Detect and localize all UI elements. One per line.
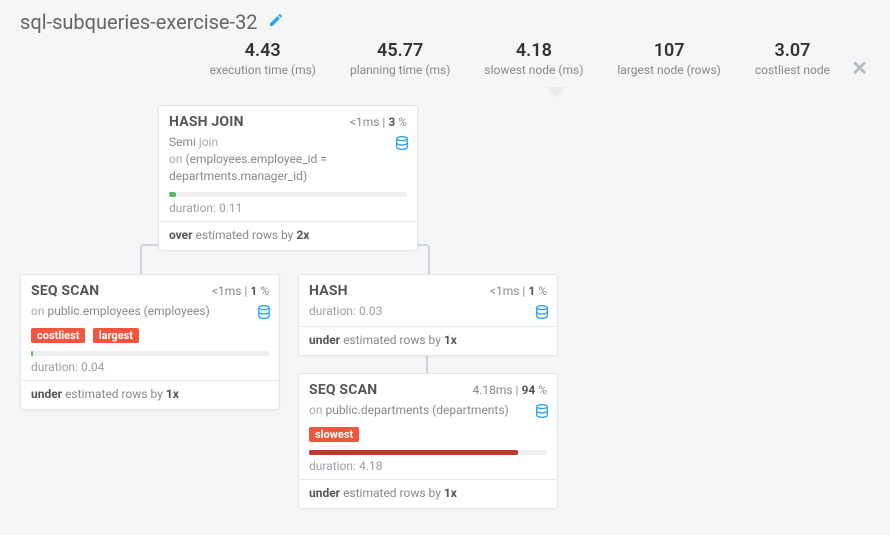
dropdown-pointer-icon (546, 87, 564, 97)
duration-bar (309, 450, 547, 455)
node-stats: <1ms | 1 % (212, 284, 269, 298)
estimate-row: under estimated rows by 1x (299, 479, 557, 508)
duration-label: duration: 0.11 (159, 199, 417, 221)
database-icon[interactable] (535, 305, 549, 324)
close-icon[interactable]: ✕ (851, 56, 868, 80)
node-stats: <1ms | 1 % (490, 284, 547, 298)
plan-node-hash-join[interactable]: HASH JOIN <1ms | 3 % Semi join on (emplo… (158, 105, 418, 251)
page-title: sql-subqueries-exercise-32 (20, 10, 258, 34)
node-name: HASH JOIN (169, 114, 244, 130)
plan-node-hash[interactable]: HASH <1ms | 1 % duration: 0.03 under est… (298, 274, 558, 356)
badges: costliest largest (21, 326, 279, 349)
database-icon[interactable] (395, 136, 409, 155)
badge-slowest: slowest (309, 427, 359, 442)
edit-icon[interactable] (268, 12, 284, 32)
database-icon[interactable] (535, 404, 549, 423)
duration-label: duration: 0.03 (309, 304, 382, 318)
node-stats: <1ms | 3 % (350, 115, 407, 129)
plan-node-seq-scan-employees[interactable]: SEQ SCAN <1ms | 1 % on public.employees … (20, 274, 280, 410)
plan-node-seq-scan-departments[interactable]: SEQ SCAN 4.18ms | 94 % on public.departm… (298, 373, 558, 509)
estimate-row: over estimated rows by 2x (159, 221, 417, 250)
node-stats: 4.18ms | 94 % (472, 383, 547, 397)
duration-label: duration: 0.04 (21, 358, 279, 380)
metric-execution-time: 4.43 execution time (ms) (210, 40, 316, 77)
duration-bar (31, 351, 269, 356)
metric-costliest-node: 3.07 costliest node (755, 40, 830, 77)
node-name: SEQ SCAN (31, 283, 99, 299)
node-name: HASH (309, 283, 348, 299)
metrics-bar: 4.43 execution time (ms) 45.77 planning … (20, 40, 830, 77)
database-icon[interactable] (257, 305, 271, 324)
metric-slowest-node: 4.18 slowest node (ms) (484, 40, 583, 77)
estimate-row: under estimated rows by 1x (299, 326, 557, 355)
estimate-row: under estimated rows by 1x (21, 380, 279, 409)
metric-planning-time: 45.77 planning time (ms) (350, 40, 450, 77)
badge-costliest: costliest (31, 328, 85, 343)
badge-largest: largest (93, 328, 139, 343)
plan-canvas: HASH JOIN <1ms | 3 % Semi join on (emplo… (20, 105, 870, 525)
node-name: SEQ SCAN (309, 382, 377, 398)
badges: slowest (299, 425, 557, 448)
metric-largest-node: 107 largest node (rows) (617, 40, 720, 77)
duration-label: duration: 4.18 (299, 457, 557, 479)
duration-bar (169, 192, 407, 197)
